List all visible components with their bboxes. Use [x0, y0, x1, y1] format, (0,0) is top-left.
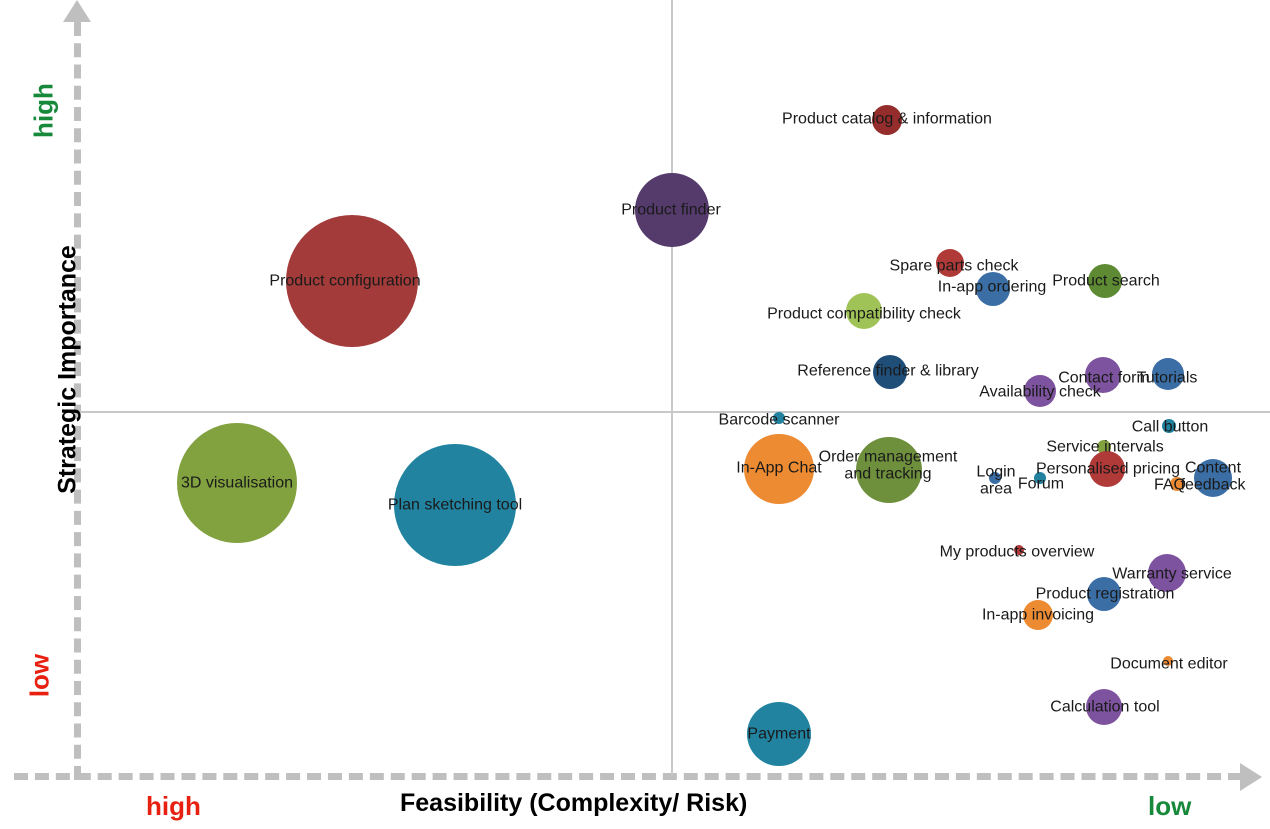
bubble-forum[interactable] — [1034, 472, 1046, 484]
x-axis-low-label: low — [1148, 791, 1192, 821]
bubble-availability-check[interactable] — [1024, 375, 1056, 407]
bubble-spare-parts-check[interactable] — [936, 249, 964, 277]
bubble-product-compatibility-check[interactable] — [846, 293, 882, 329]
y-axis-arrow-icon — [63, 0, 91, 22]
bubble-3d-visualisation[interactable] — [177, 423, 297, 543]
bubble-tutorials[interactable] — [1152, 358, 1184, 390]
bubble-document-editor[interactable] — [1163, 656, 1173, 666]
y-axis-title: Strategic Importance — [53, 245, 82, 494]
bubble-login-area[interactable] — [989, 472, 1001, 484]
y-axis-high-label: high — [28, 83, 59, 138]
y-axis-low-label: low — [24, 653, 55, 698]
bubble-faq[interactable] — [1170, 477, 1184, 491]
bubble-barcode-scanner[interactable] — [773, 412, 785, 424]
x-axis-title: Feasibility (Complexity/ Risk) — [400, 789, 748, 817]
bubble-order-management-and-tracking[interactable] — [856, 437, 922, 503]
bubble-calculation-tool[interactable] — [1086, 689, 1122, 725]
bubble-payment[interactable] — [747, 702, 811, 766]
bubble-contact-form[interactable] — [1085, 357, 1121, 393]
bubble-in-app-invoicing[interactable] — [1023, 600, 1053, 630]
quadrant-divider-horizontal — [78, 411, 1270, 413]
bubble-in-app-chat[interactable] — [744, 434, 814, 504]
quadrant-divider-vertical — [671, 0, 673, 775]
x-axis-line — [14, 773, 1242, 780]
bubble-reference-finder-library[interactable] — [873, 355, 907, 389]
bubble-product-configuration[interactable] — [286, 215, 418, 347]
bubble-product-finder[interactable] — [635, 173, 709, 247]
bubble-plan-sketching-tool[interactable] — [394, 444, 516, 566]
bubble-chart-canvas: Strategic Importance high low Feasibilit… — [0, 0, 1270, 829]
bubble-warranty-service[interactable] — [1148, 554, 1186, 592]
bubble-content-feedback[interactable] — [1194, 459, 1232, 497]
bubble-call-button[interactable] — [1162, 419, 1176, 433]
bubble-my-products-overview[interactable] — [1014, 545, 1024, 555]
bubble-product-catalog-information[interactable] — [872, 105, 902, 135]
bubble-product-registration[interactable] — [1087, 577, 1121, 611]
bubble-personalised-pricing[interactable] — [1089, 451, 1125, 487]
x-axis-high-label: high — [146, 791, 201, 821]
bubble-in-app-ordering[interactable] — [976, 272, 1010, 306]
x-axis-arrow-icon — [1240, 763, 1262, 791]
bubble-product-search[interactable] — [1088, 264, 1122, 298]
